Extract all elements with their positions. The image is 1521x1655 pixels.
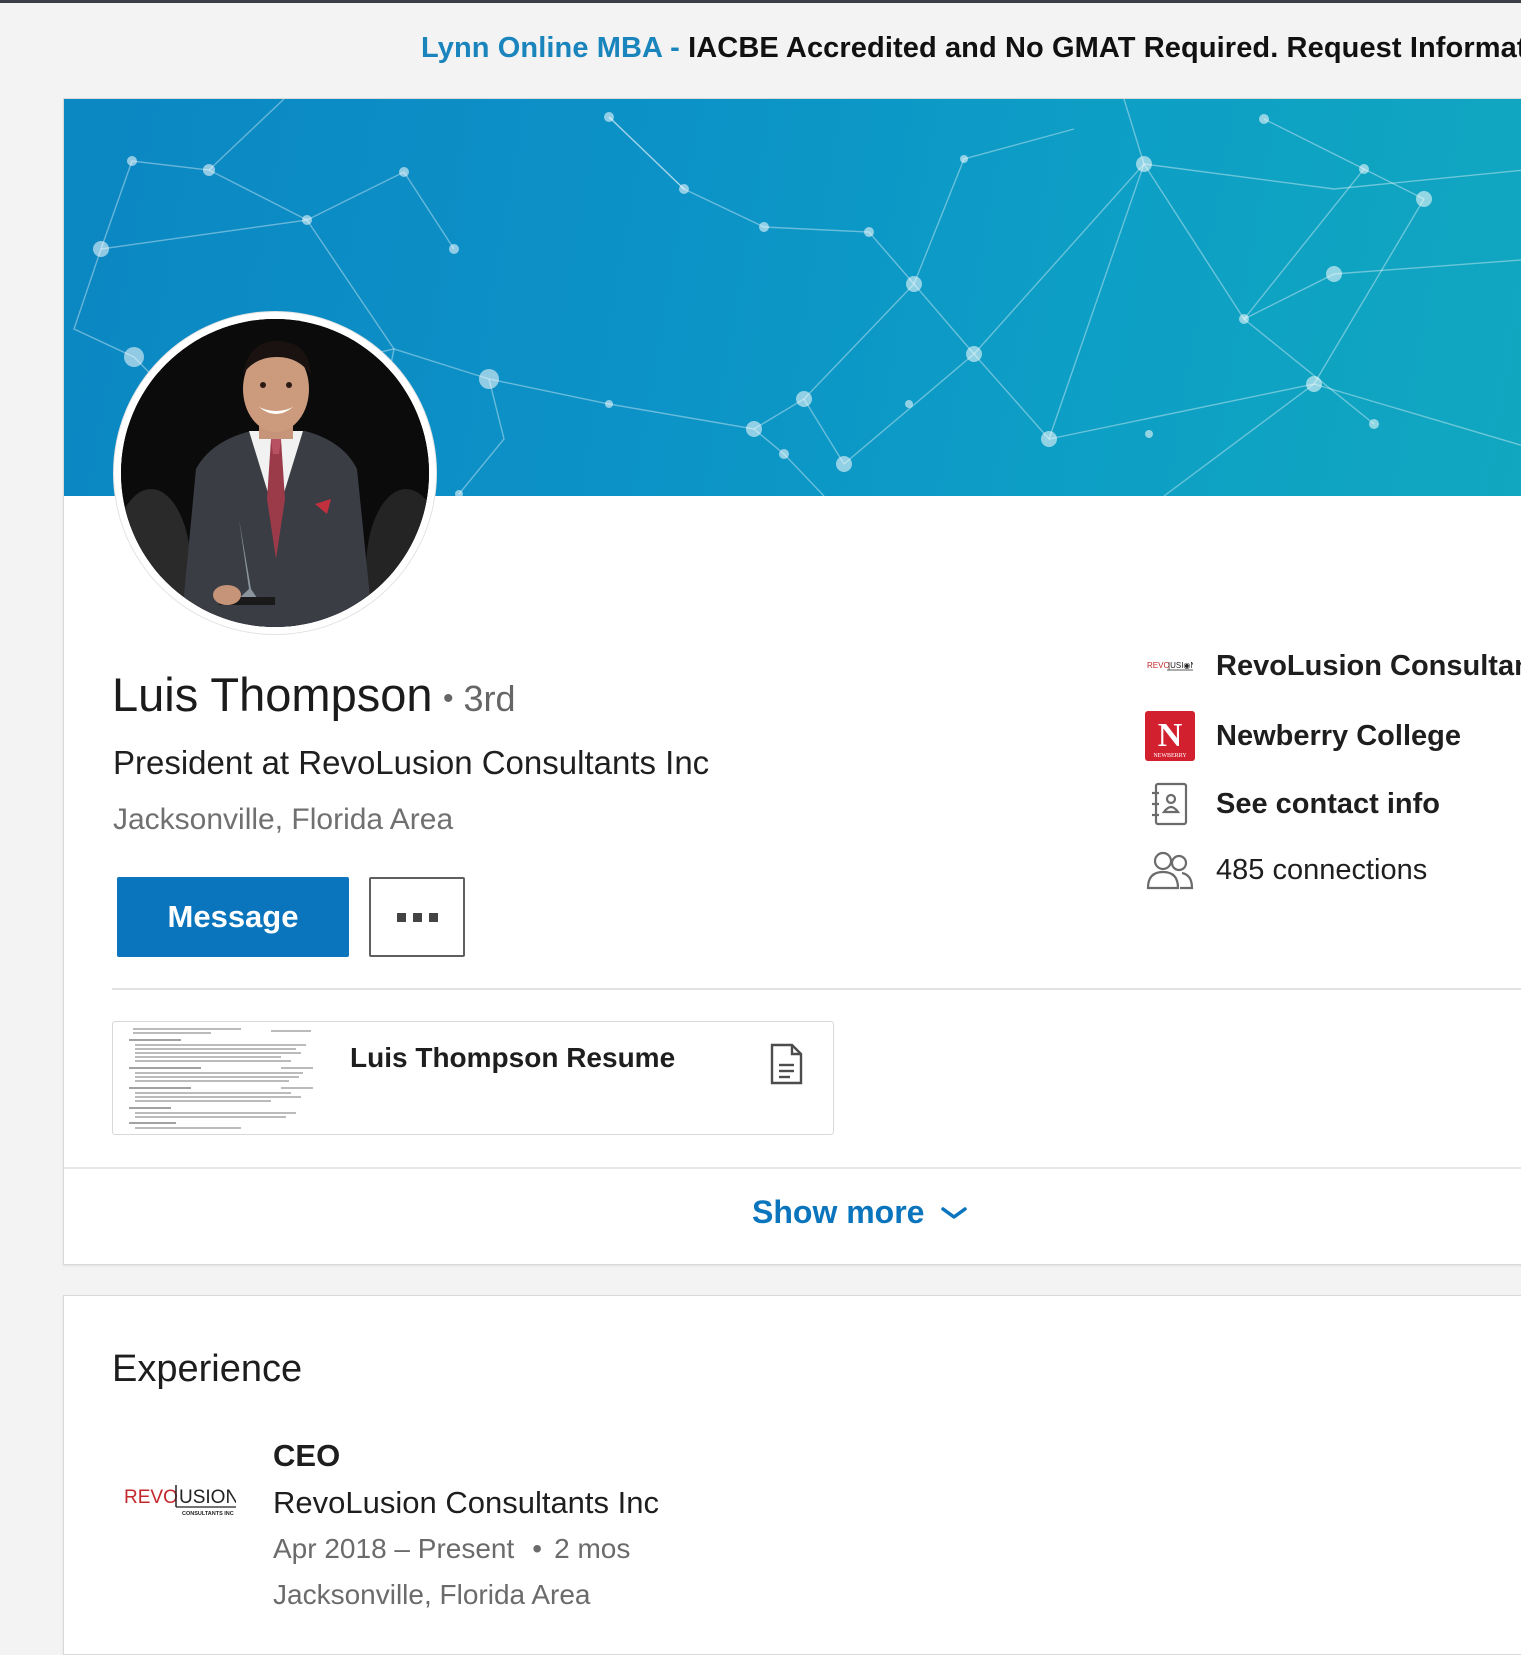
logo-text-red: REVO: [124, 1487, 178, 1508]
experience-location: Jacksonville, Florida Area: [273, 1579, 591, 1610]
profile-headline: President at RevoLusion Consultants Inc: [113, 744, 710, 781]
experience-role[interactable]: CEO: [273, 1438, 340, 1474]
profile-photo-image: [121, 319, 429, 627]
more-actions-button[interactable]: [369, 877, 465, 957]
experience-date-range: Apr 2018 – Present: [273, 1533, 515, 1564]
current-company-label: RevoLusion Consultants Inc: [1216, 649, 1521, 682]
profile-name-row: Luis Thompson • 3rd: [112, 667, 516, 722]
show-more-label: Show more: [752, 1194, 925, 1230]
ad-link[interactable]: Lynn Online MBA -: [421, 32, 680, 64]
show-more-button[interactable]: Show more: [752, 1194, 968, 1231]
experience-card: Experience REVO USION CONSULTANTS INC CE…: [63, 1295, 1521, 1655]
profile-name: Luis Thompson: [112, 668, 433, 721]
company-logo-icon: REVO |USI◉N: [1144, 640, 1196, 692]
education-label: Newberry College: [1216, 719, 1461, 752]
svg-text:NEWBERRY: NEWBERRY: [1153, 753, 1187, 759]
contact-book-icon: [1144, 778, 1196, 830]
degree-label: 3rd: [463, 678, 516, 719]
section-divider: [112, 988, 1521, 990]
message-button[interactable]: Message: [117, 877, 349, 957]
more-horizontal-icon: [396, 912, 438, 922]
document-icon: [768, 1043, 804, 1090]
connections-label: 485 connections: [1216, 853, 1428, 886]
experience-company: RevoLusion Consultants Inc: [273, 1485, 660, 1520]
resume-thumbnail: [121, 1024, 321, 1132]
resume-title: Luis Thompson Resume: [350, 1042, 676, 1073]
show-more-divider: [64, 1167, 1521, 1169]
chevron-down-icon: [941, 1206, 968, 1219]
connections-link[interactable]: 485 connections: [1144, 844, 1427, 896]
date-separator: •: [532, 1533, 543, 1564]
school-logo-icon: N NEWBERRY: [1144, 710, 1196, 762]
svg-text:REVO: REVO: [1147, 661, 1170, 670]
degree-separator: •: [442, 682, 454, 715]
profile-photo[interactable]: [114, 312, 436, 634]
profile-location: Jacksonville, Florida Area: [113, 803, 454, 836]
resume-document[interactable]: Luis Thompson Resume: [112, 1021, 834, 1135]
logo-text-dark: USION: [179, 1487, 236, 1508]
profile-card: Luis Thompson • 3rd President at RevoLus…: [63, 98, 1521, 1265]
connection-degree: • 3rd: [443, 678, 516, 719]
experience-dates: Apr 2018 – Present • 2 mos: [273, 1533, 630, 1565]
ad-text[interactable]: IACBE Accredited and No GMAT Required. R…: [688, 32, 1521, 64]
current-company-link[interactable]: REVO |USI◉N RevoLusion Consultants Inc: [1144, 640, 1521, 692]
experience-duration: 2 mos: [554, 1533, 631, 1564]
experience-company-logo[interactable]: REVO USION CONSULTANTS INC: [124, 1483, 239, 1522]
window-top-border: [0, 0, 1521, 3]
contact-info-label: See contact info: [1216, 787, 1440, 820]
experience-section-title: Experience: [112, 1348, 303, 1390]
connections-icon: [1144, 844, 1196, 896]
svg-text:|USI◉N: |USI◉N: [1168, 661, 1193, 670]
contact-info-link[interactable]: See contact info: [1144, 778, 1440, 830]
ad-banner[interactable]: Lynn Online MBA - IACBE Accredited and N…: [421, 32, 1521, 65]
education-link[interactable]: N NEWBERRY Newberry College: [1144, 710, 1461, 762]
logo-caption: CONSULTANTS INC: [182, 1511, 234, 1517]
svg-text:N: N: [1158, 717, 1183, 754]
